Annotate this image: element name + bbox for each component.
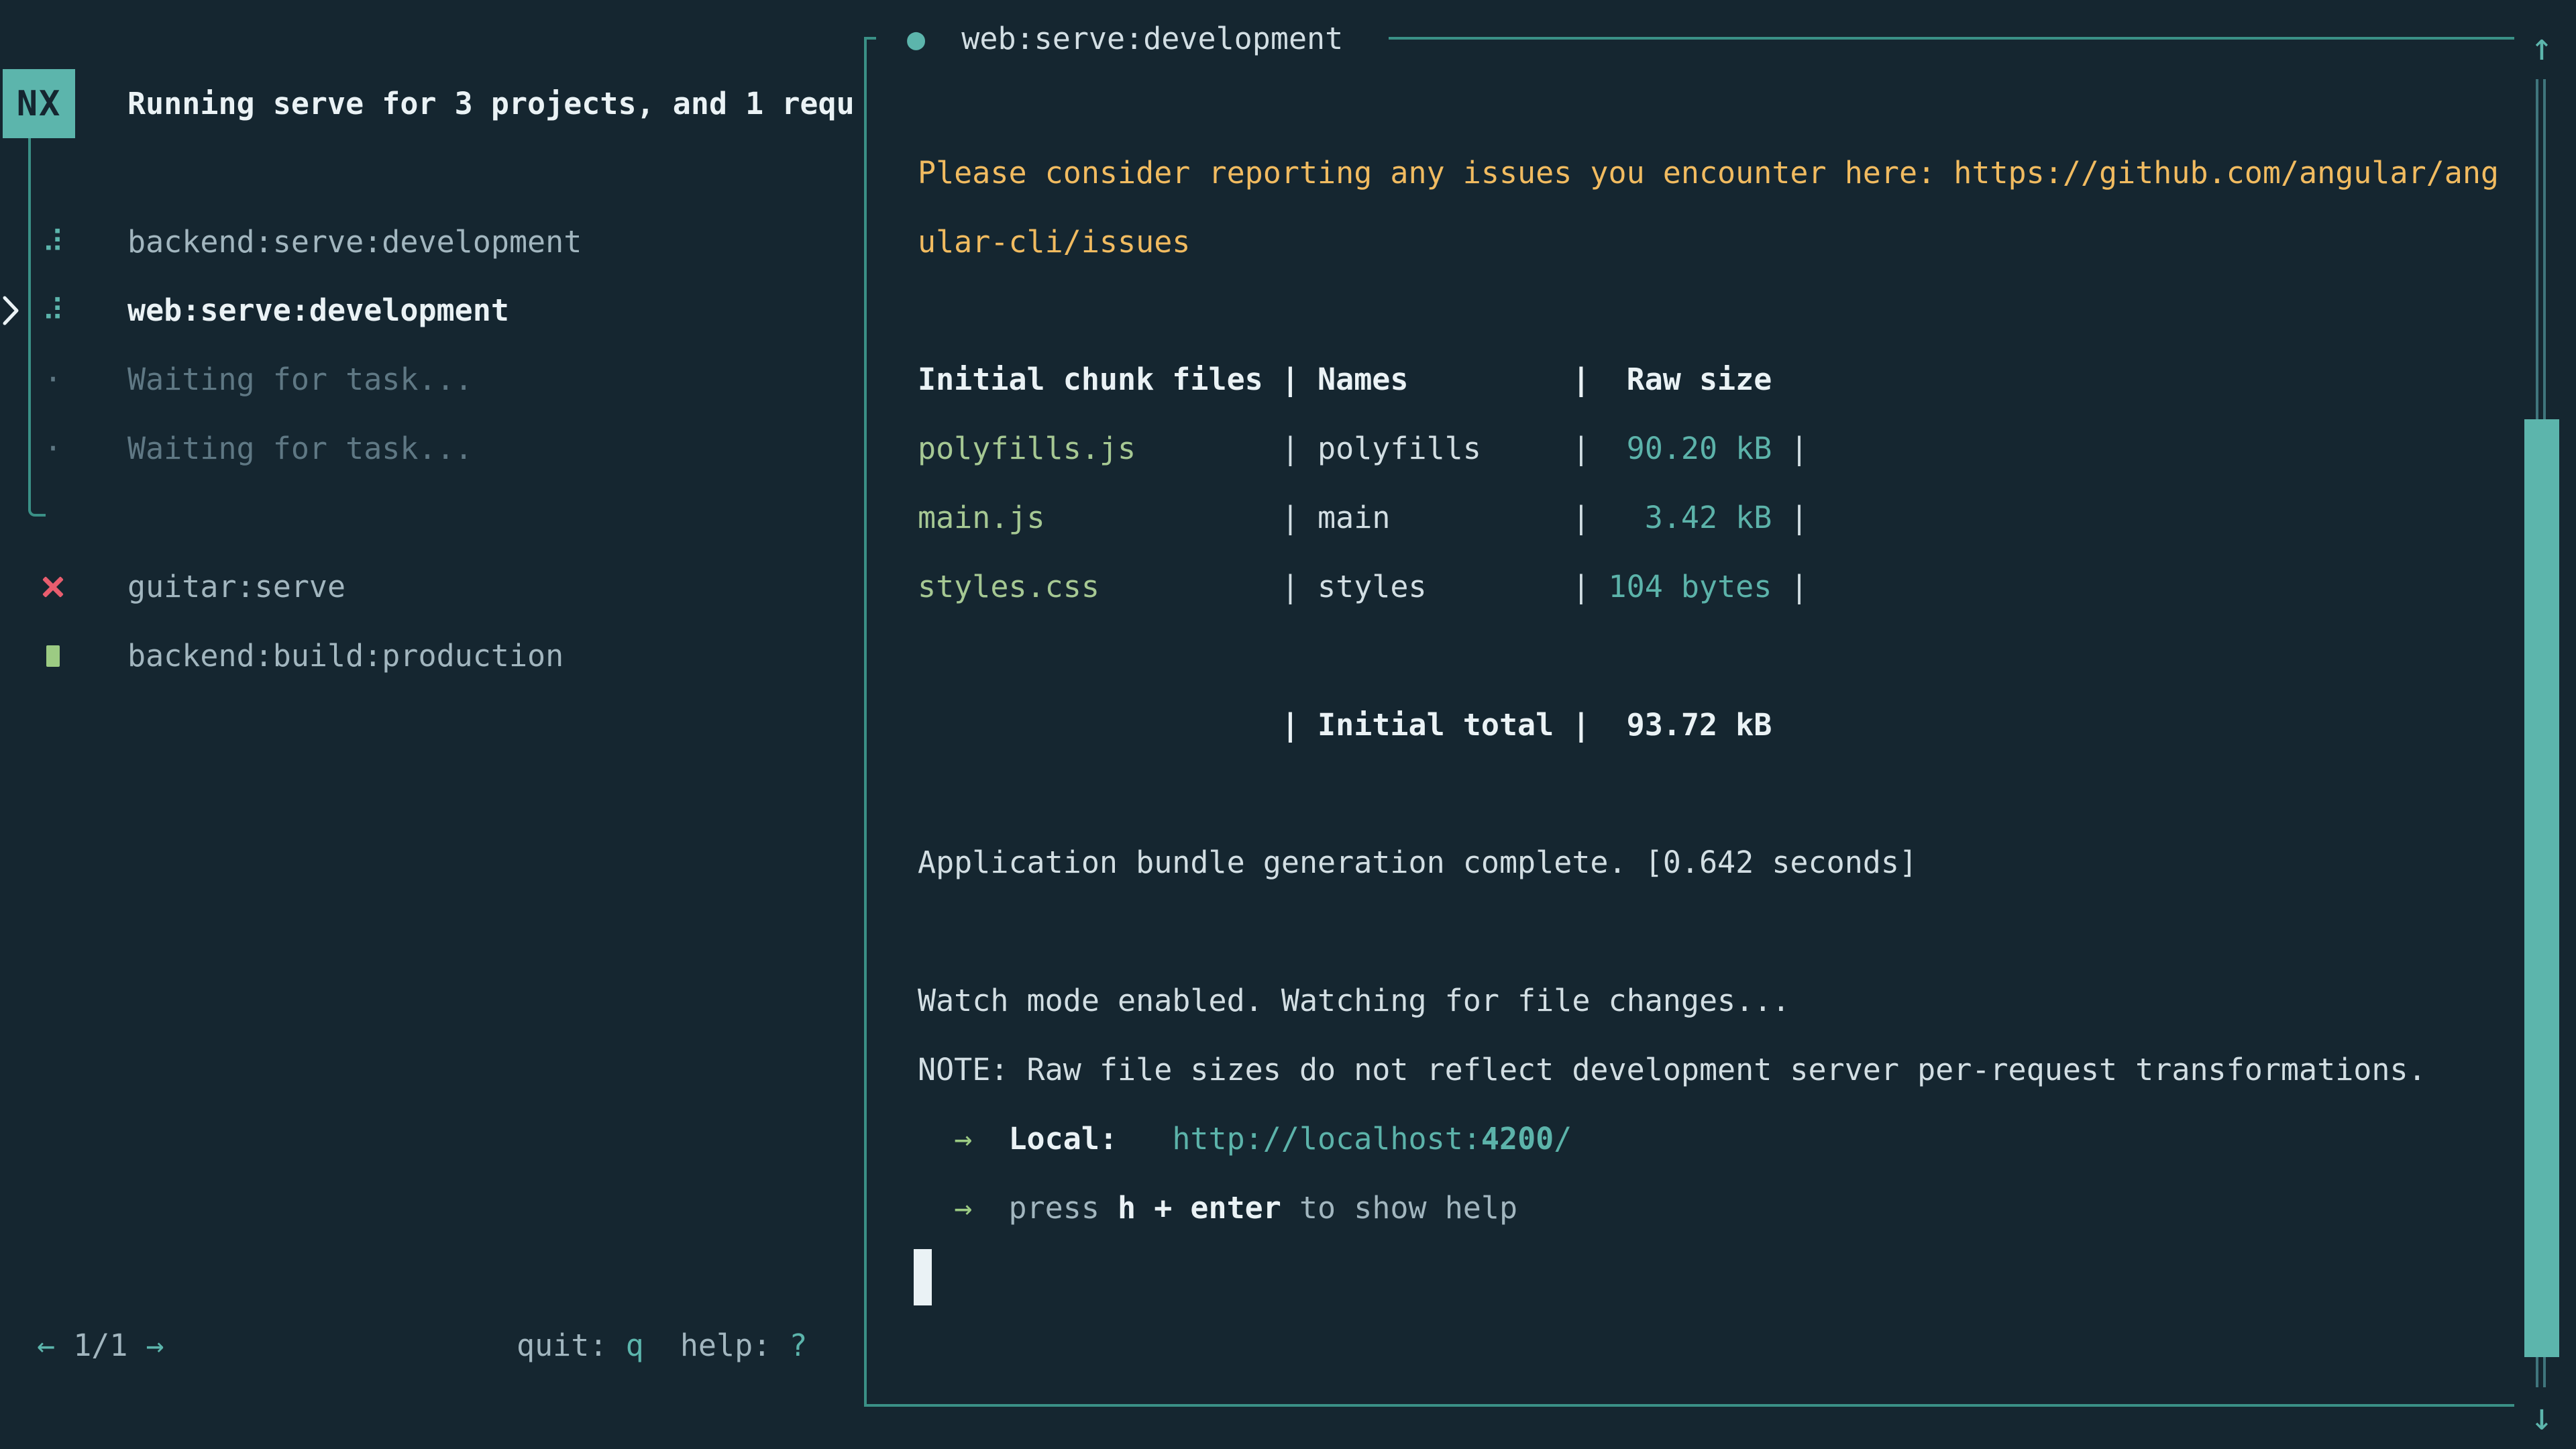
selected-task-chevron-icon — [1, 276, 28, 345]
panel-border-top — [1389, 37, 2514, 40]
text-segment: → — [954, 1190, 972, 1226]
text-segment: | styles | — [1099, 569, 1609, 604]
terminal-line: Initial chunk files | Names | Raw size — [918, 345, 1772, 414]
text-segment: | main | — [1045, 500, 1645, 535]
text-segment: styles.css — [918, 569, 1099, 604]
task-row-waiting-for-task-[interactable]: · Waiting for task... — [0, 414, 864, 483]
panel-title: ● web:serve:development — [907, 4, 1343, 73]
pagination-prev-arrow-icon[interactable]: ← — [37, 1328, 73, 1363]
task-row-backend-serve-development[interactable]: ⠼ backend:serve:development — [0, 207, 864, 276]
text-segment — [918, 1121, 954, 1157]
terminal-line: ular-cli/issues — [918, 207, 1190, 276]
text-segment: Please consider reporting any issues you… — [918, 155, 2499, 191]
panel-title-gap — [925, 21, 961, 56]
text-segment: main.js — [918, 500, 1045, 535]
local-url-port[interactable]: 4200 — [1481, 1121, 1554, 1157]
task-label: backend:build:production — [127, 621, 564, 690]
text-segment: | — [1772, 500, 1808, 535]
sidebar-header: Running serve for 3 projects, and 1 requ — [127, 69, 855, 138]
task-row-web-serve-development[interactable]: ⠼ web:serve:development — [0, 276, 864, 345]
task-label: web:serve:development — [127, 276, 509, 345]
local-url-slash[interactable]: / — [1554, 1121, 1572, 1157]
spinner-status-icon: ⠼ — [43, 207, 63, 276]
terminal-line: → Local: http://localhost:4200/ — [918, 1104, 1572, 1173]
task-label: guitar:serve — [127, 552, 345, 621]
pagination-page-indicator: 1/1 — [73, 1328, 127, 1363]
task-list-pagination: ← 1/1 → — [37, 1311, 164, 1380]
nx-tui-screen: NX Running serve for 3 projects, and 1 r… — [0, 0, 2576, 1449]
text-segment: 104 bytes — [1609, 569, 1772, 604]
task-label: backend:serve:development — [127, 207, 582, 276]
cross-status-icon — [43, 552, 63, 621]
terminal-line: main.js | main | 3.42 kB | — [918, 483, 1809, 552]
text-segment: press — [1008, 1190, 1118, 1226]
text-segment — [1118, 1121, 1172, 1157]
terminal-line: Application bundle generation complete. … — [918, 828, 1917, 897]
dot-status-icon: · — [43, 414, 63, 483]
text-segment — [918, 1190, 954, 1226]
text-segment: | polyfills | — [1136, 431, 1627, 466]
text-segment: → — [954, 1121, 972, 1157]
keyboard-hints: quit: q help: ? — [517, 1311, 808, 1380]
terminal-line: NOTE: Raw file sizes do not reflect deve… — [918, 1035, 2426, 1104]
help-hint-key: ? — [789, 1328, 807, 1363]
terminal-line: Watch mode enabled. Watching for file ch… — [918, 966, 1790, 1035]
quit-hint-label: quit: — [517, 1328, 626, 1363]
square-status-icon — [43, 621, 63, 690]
running-status-bullet-icon: ● — [907, 21, 925, 56]
text-segment: h + enter — [1118, 1190, 1281, 1226]
text-segment: polyfills.js — [918, 431, 1136, 466]
terminal-line: styles.css | styles | 104 bytes | — [918, 552, 1809, 621]
text-segment: | — [1772, 569, 1808, 604]
text-segment: Application bundle generation complete. … — [918, 845, 1917, 880]
text-segment: to show help — [1281, 1190, 1517, 1226]
text-segment: | Initial total | 93.72 kB — [918, 707, 1772, 743]
scrollbar-up-arrow-icon[interactable]: ↑ — [2520, 19, 2564, 75]
local-url[interactable]: http://localhost: — [1172, 1121, 1481, 1157]
dot-status-icon: · — [43, 345, 63, 414]
text-segment — [972, 1121, 1008, 1157]
task-row-waiting-for-task-[interactable]: · Waiting for task... — [0, 345, 864, 414]
text-segment: NOTE: Raw file sizes do not reflect deve… — [918, 1052, 2426, 1087]
help-hint-label: help: — [680, 1328, 790, 1363]
scrollbar-down-arrow-icon[interactable]: ↓ — [2520, 1389, 2564, 1445]
text-segment: Local: — [1008, 1121, 1118, 1157]
text-segment: Initial chunk files | Names | Raw size — [918, 362, 1772, 397]
terminal-line: Please consider reporting any issues you… — [918, 138, 2499, 207]
panel-border-top-stub — [864, 37, 876, 40]
task-sidebar: NX Running serve for 3 projects, and 1 r… — [0, 0, 864, 1449]
text-segment: 90.20 kB — [1627, 431, 1772, 466]
spinner-status-icon: ⠼ — [43, 276, 63, 345]
quit-hint-key: q — [626, 1328, 644, 1363]
terminal-cursor — [914, 1249, 932, 1305]
terminal-line: polyfills.js | polyfills | 90.20 kB | — [918, 414, 1809, 483]
panel-border-left — [864, 37, 867, 1407]
text-segment: | — [1772, 431, 1808, 466]
task-row-backend-build-production[interactable]: backend:build:production — [0, 621, 864, 690]
terminal-line: | Initial total | 93.72 kB — [918, 690, 1772, 759]
text-segment: ular-cli/issues — [918, 224, 1190, 260]
task-row-guitar-serve[interactable]: guitar:serve — [0, 552, 864, 621]
panel-title-text: web:serve:development — [961, 21, 1343, 56]
task-label: Waiting for task... — [127, 345, 473, 414]
scrollbar-thumb[interactable] — [2524, 419, 2559, 1357]
panel-border-bottom — [864, 1404, 2514, 1407]
text-segment: 3.42 kB — [1645, 500, 1772, 535]
pagination-next-arrow-icon[interactable]: → — [127, 1328, 164, 1363]
task-label: Waiting for task... — [127, 414, 473, 483]
terminal-line: → press h + enter to show help — [918, 1173, 1517, 1242]
hints-separator — [644, 1328, 680, 1363]
nx-logo: NX — [3, 69, 75, 138]
text-segment: Watch mode enabled. Watching for file ch… — [918, 983, 1790, 1018]
text-segment — [972, 1190, 1008, 1226]
